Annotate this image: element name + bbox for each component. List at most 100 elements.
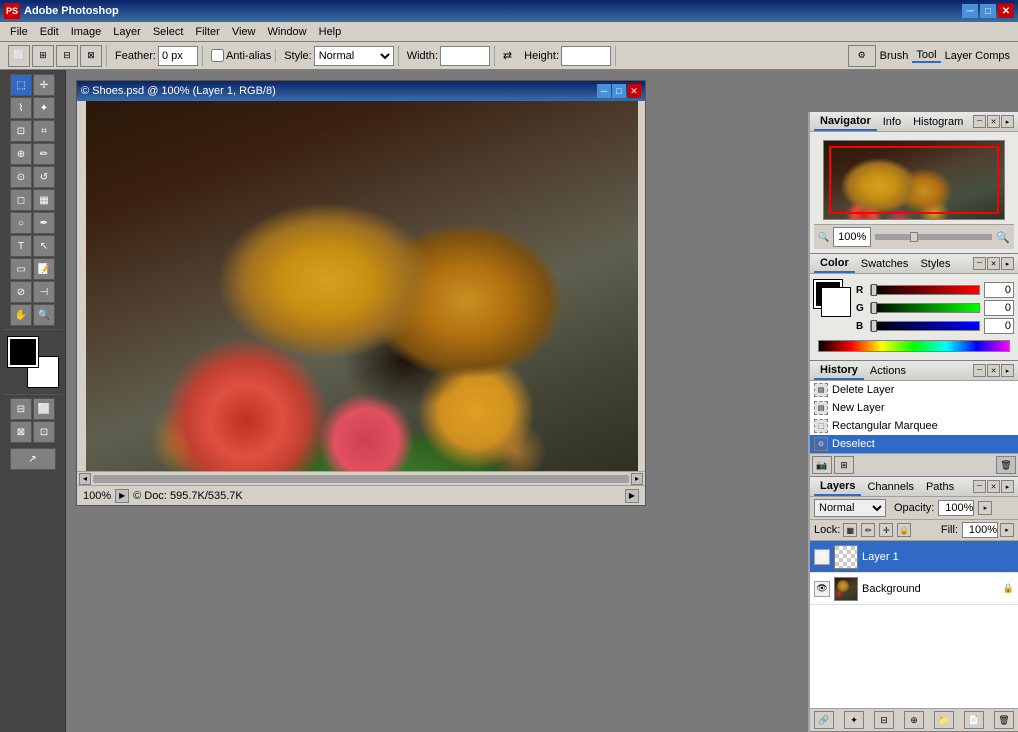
color-close-btn[interactable]: ✕ bbox=[987, 257, 1000, 270]
maximize-button[interactable]: □ bbox=[980, 4, 996, 18]
scroll-left-btn[interactable]: ◂ bbox=[79, 473, 91, 485]
zoom-slider[interactable] bbox=[875, 234, 992, 240]
tab-histogram[interactable]: Histogram bbox=[907, 114, 969, 130]
layer-mask-btn[interactable]: ⊟ bbox=[874, 711, 894, 729]
lock-image-btn[interactable]: ✏ bbox=[861, 523, 875, 537]
foreground-color-swatch[interactable] bbox=[8, 337, 38, 367]
blue-slider[interactable] bbox=[870, 321, 980, 331]
fill-input[interactable] bbox=[962, 522, 998, 538]
color-spectrum-bar[interactable] bbox=[818, 340, 1010, 352]
menu-file[interactable]: File bbox=[4, 24, 34, 40]
doc-preview-btn[interactable]: ▶ bbox=[115, 489, 129, 503]
layer-styles-btn[interactable]: ✦ bbox=[844, 711, 864, 729]
layer-link-btn[interactable]: 🔗 bbox=[814, 711, 834, 729]
navigator-minimize-btn[interactable]: ─ bbox=[973, 115, 986, 128]
tab-tool[interactable]: Tool bbox=[912, 49, 940, 63]
move-tool[interactable]: ✛ bbox=[33, 74, 55, 96]
history-options-btn[interactable]: ▸ bbox=[1001, 364, 1014, 377]
lock-position-btn[interactable]: ✛ bbox=[879, 523, 893, 537]
color-minimize-btn[interactable]: ─ bbox=[973, 257, 986, 270]
layer-item-1[interactable]: 👁 Background 🔒 bbox=[810, 573, 1018, 605]
style-select[interactable]: Normal Fixed Ratio Fixed Size bbox=[314, 46, 394, 66]
zoom-slider-thumb[interactable] bbox=[910, 232, 918, 242]
history-item-3[interactable]: ⊙ Deselect bbox=[810, 435, 1018, 453]
layer-visibility-0[interactable]: 👁 bbox=[814, 549, 830, 565]
tab-info[interactable]: Info bbox=[877, 114, 907, 130]
layer-visibility-1[interactable]: 👁 bbox=[814, 581, 830, 597]
layer-delete-btn[interactable]: 🗑 bbox=[994, 711, 1014, 729]
view-extra-2[interactable]: ⊡ bbox=[33, 421, 55, 443]
menu-layer[interactable]: Layer bbox=[107, 24, 147, 40]
tab-swatches[interactable]: Swatches bbox=[855, 256, 915, 272]
screen-mode-btn[interactable]: ⬜ bbox=[33, 398, 55, 420]
navigator-options-btn[interactable]: ▸ bbox=[1001, 115, 1014, 128]
lock-transparent-btn[interactable]: ▦ bbox=[843, 523, 857, 537]
history-new-snapshot-btn[interactable]: 📷 bbox=[812, 456, 832, 474]
path-select-tool[interactable]: ↖ bbox=[33, 235, 55, 257]
feather-input[interactable] bbox=[158, 46, 198, 66]
green-slider[interactable] bbox=[870, 303, 980, 313]
pen-tool[interactable]: ✒ bbox=[33, 212, 55, 234]
options-extra-btn[interactable]: ⚙ bbox=[848, 45, 876, 67]
red-slider[interactable] bbox=[870, 285, 980, 295]
history-item-2[interactable]: ⬚ Rectangular Marquee bbox=[810, 417, 1018, 435]
menu-help[interactable]: Help bbox=[313, 24, 348, 40]
fill-arrow-btn[interactable]: ▸ bbox=[1000, 523, 1014, 537]
clone-tool[interactable]: ⊙ bbox=[10, 166, 32, 188]
history-new-doc-btn[interactable]: ⊞ bbox=[834, 456, 854, 474]
marquee-tool[interactable]: ⬚ bbox=[10, 74, 32, 96]
tab-color[interactable]: Color bbox=[814, 255, 855, 273]
blend-mode-select[interactable]: Normal Multiply Screen bbox=[814, 499, 886, 517]
layer-group-btn[interactable]: 📁 bbox=[934, 711, 954, 729]
crop-tool[interactable]: ⊡ bbox=[10, 120, 32, 142]
layer-new-btn[interactable]: 📄 bbox=[964, 711, 984, 729]
history-brush-tool[interactable]: ↺ bbox=[33, 166, 55, 188]
close-button[interactable]: ✕ bbox=[998, 4, 1014, 18]
history-delete-btn[interactable]: 🗑 bbox=[996, 456, 1016, 474]
swap-dimensions[interactable]: ⇄ bbox=[499, 49, 516, 62]
red-value-input[interactable] bbox=[984, 282, 1014, 298]
height-input[interactable] bbox=[561, 46, 611, 66]
layers-minimize-btn[interactable]: ─ bbox=[973, 480, 986, 493]
gradient-tool[interactable]: ▦ bbox=[33, 189, 55, 211]
green-slider-thumb[interactable] bbox=[871, 302, 877, 314]
zoom-value-input[interactable] bbox=[833, 227, 871, 247]
navigator-close-btn[interactable]: ✕ bbox=[987, 115, 1000, 128]
scroll-right-btn[interactable]: ▸ bbox=[631, 473, 643, 485]
red-slider-thumb[interactable] bbox=[871, 284, 877, 296]
tab-layers[interactable]: Layers bbox=[814, 478, 861, 496]
blue-value-input[interactable] bbox=[984, 318, 1014, 334]
shape-tool[interactable]: ▭ bbox=[10, 258, 32, 280]
quick-mask-btn[interactable]: ⊟ bbox=[10, 398, 32, 420]
new-selection-btn[interactable]: ⬜ bbox=[8, 45, 30, 67]
history-minimize-btn[interactable]: ─ bbox=[973, 364, 986, 377]
layer-adjustment-btn[interactable]: ⊕ bbox=[904, 711, 924, 729]
doc-hscroll[interactable]: ◂ ▸ bbox=[77, 471, 645, 485]
tab-history[interactable]: History bbox=[814, 362, 864, 380]
tab-layer-comps[interactable]: Layer Comps bbox=[945, 50, 1010, 62]
layer-item-0[interactable]: 👁 Layer 1 bbox=[810, 541, 1018, 573]
lasso-tool[interactable]: ⌇ bbox=[10, 97, 32, 119]
history-close-btn[interactable]: ✕ bbox=[987, 364, 1000, 377]
intersect-selection-btn[interactable]: ⊠ bbox=[80, 45, 102, 67]
brush-tool[interactable]: ✏ bbox=[33, 143, 55, 165]
anti-alias-checkbox[interactable] bbox=[211, 49, 224, 62]
minimize-button[interactable]: ─ bbox=[962, 4, 978, 18]
hand-tool[interactable]: ✋ bbox=[10, 304, 32, 326]
tab-styles[interactable]: Styles bbox=[914, 256, 956, 272]
notes-tool[interactable]: 📝 bbox=[33, 258, 55, 280]
zoom-tool[interactable]: 🔍 bbox=[33, 304, 55, 326]
magic-wand-tool[interactable]: ✦ bbox=[33, 97, 55, 119]
zoom-out-icon[interactable]: 🔍 bbox=[818, 232, 829, 243]
width-input[interactable] bbox=[440, 46, 490, 66]
slice-tool[interactable]: ⌗ bbox=[33, 120, 55, 142]
menu-edit[interactable]: Edit bbox=[34, 24, 65, 40]
zoom-in-icon[interactable]: 🔍 bbox=[996, 231, 1010, 244]
tab-actions[interactable]: Actions bbox=[864, 363, 912, 379]
lock-all-btn[interactable]: 🔒 bbox=[897, 523, 911, 537]
menu-image[interactable]: Image bbox=[65, 24, 108, 40]
opacity-input[interactable] bbox=[938, 500, 974, 516]
blue-slider-thumb[interactable] bbox=[871, 320, 877, 332]
history-item-0[interactable]: ▤ Delete Layer bbox=[810, 381, 1018, 399]
menu-select[interactable]: Select bbox=[147, 24, 190, 40]
